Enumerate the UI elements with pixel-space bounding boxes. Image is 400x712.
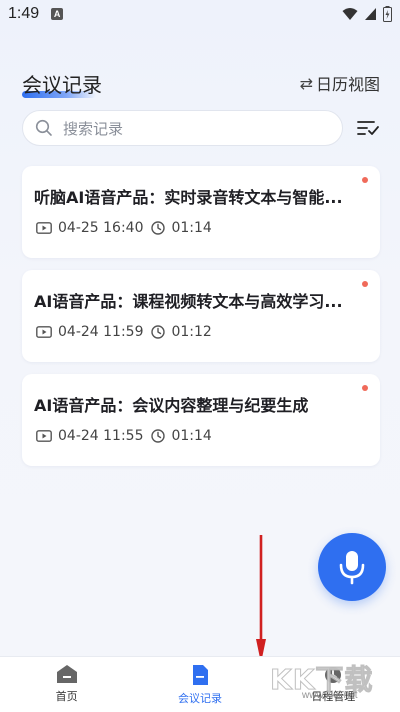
record-date-text: 04-25 16:40 [58,220,144,236]
swap-icon: ⇄ [299,73,313,93]
record-date: 04-24 11:55 [36,428,143,444]
calendar-view-label: 日历视图 [315,75,380,94]
search-input[interactable]: 搜索记录 [22,110,343,146]
record-duration: 01:12 [151,324,212,340]
record-duration-text: 01:12 [171,324,212,340]
record-date-text: 04-24 11:59 [58,324,144,340]
nav-item-home[interactable]: 首页 [0,657,133,712]
record-duration: 01:14 [151,220,212,236]
nav-label: 会议记录 [177,692,222,705]
record-meta: 04-25 16:40 01:14 [36,220,212,236]
search-row: 搜索记录 [22,110,380,146]
calendar-view-button[interactable]: ⇄ 日历视图 [300,71,380,95]
document-icon [192,665,208,685]
home-icon [56,665,77,683]
record-card[interactable]: AI语音产品：课程视频转文本与高效学习... 04-24 11:59 01:12 [22,270,380,362]
record-date-text: 04-24 11:55 [58,428,144,444]
video-icon [36,430,52,442]
record-microphone-button[interactable] [318,533,386,601]
nav-item-schedule[interactable]: 日程管理 [267,657,400,712]
status-bar: 1:49 A [0,0,400,28]
nav-label: 首页 [55,690,78,703]
battery-icon [383,6,392,22]
record-duration-text: 01:14 [171,220,212,236]
video-icon [36,326,52,338]
search-icon [35,119,52,136]
status-time: 1:49 [8,5,40,22]
page-header: 会议记录 ⇄ 日历视图 [22,68,380,98]
record-meta: 04-24 11:59 01:12 [36,324,212,340]
status-icons [342,6,392,22]
unread-dot [362,281,368,287]
clock-icon [151,325,166,339]
record-card[interactable]: 听脑AI语音产品：实时录音转文本与智能... 04-25 16:40 01:14 [22,166,380,258]
microphone-icon [339,551,365,585]
unread-dot [362,385,368,391]
record-duration-text: 01:14 [171,428,212,444]
bottom-nav: 首页 会议记录 日程管理 [0,656,400,712]
wifi-icon [342,8,358,20]
clock-icon [151,221,166,235]
notification-icon: A [51,8,64,20]
nav-item-meeting-records[interactable]: 会议记录 [133,657,266,712]
video-icon [36,222,52,234]
record-title: AI语音产品：课程视频转文本与高效学习... [34,292,343,311]
record-duration: 01:14 [151,428,212,444]
search-placeholder: 搜索记录 [63,119,124,138]
record-date: 04-24 11:59 [36,324,143,340]
filter-sort-button[interactable] [356,116,380,140]
filter-list-icon [357,121,379,135]
schedule-icon [325,667,342,683]
record-meta: 04-24 11:55 01:14 [36,428,212,444]
page-title-wrap: 会议记录 [22,69,102,98]
page-title: 会议记录 [22,72,102,97]
annotation-arrow-icon [256,535,266,663]
unread-dot [362,177,368,183]
clock-icon [151,429,166,443]
record-date: 04-25 16:40 [36,220,143,236]
record-title: 听脑AI语音产品：实时录音转文本与智能... [34,188,343,207]
nav-label: 日程管理 [311,690,356,703]
signal-icon [365,8,376,20]
record-title: AI语音产品：会议内容整理与纪要生成 [34,396,309,415]
record-card[interactable]: AI语音产品：会议内容整理与纪要生成 04-24 11:55 01:14 [22,374,380,466]
